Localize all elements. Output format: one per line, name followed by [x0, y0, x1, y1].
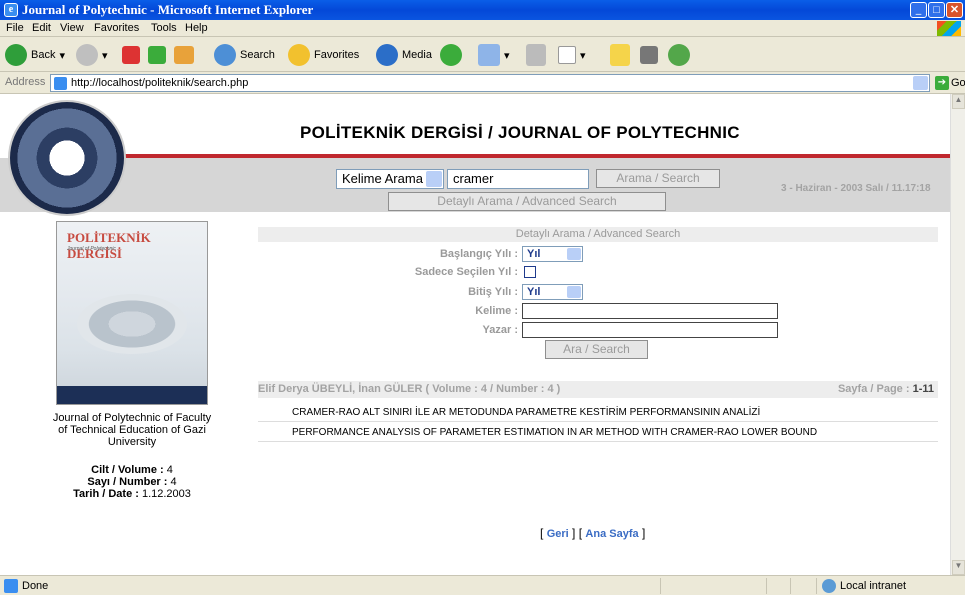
footer-links: [ Geri ] [ Ana Sayfa ]	[540, 526, 646, 540]
only-year-row: Sadece Seçilen Yıl :	[258, 264, 938, 280]
intranet-icon	[822, 579, 836, 593]
status-bar: Done Local intranet	[0, 575, 965, 595]
advanced-search-heading: Detaylı Arama / Advanced Search	[258, 227, 938, 242]
cover-footer	[57, 386, 207, 404]
search-type-select[interactable]: Kelime Arama	[336, 169, 444, 189]
journal-description: Journal of Polytechnic of Faculty of Tec…	[52, 412, 212, 448]
menu-view[interactable]: View	[60, 22, 84, 34]
forward-arrow-icon	[76, 44, 98, 66]
search-submit-button[interactable]: Arama / Search	[596, 169, 720, 188]
word-icon	[558, 46, 576, 64]
history-icon	[440, 44, 462, 66]
keyword-input[interactable]	[522, 303, 778, 319]
window-title: Journal of Polytechnic - Microsoft Inter…	[22, 2, 314, 17]
research-button[interactable]	[640, 43, 662, 67]
only-selected-year-checkbox[interactable]	[524, 266, 536, 278]
refresh-button[interactable]	[148, 43, 170, 67]
keyword-row: Kelime :	[258, 303, 938, 319]
security-zone: Local intranet	[840, 580, 907, 592]
ie-icon: e	[4, 3, 18, 17]
back-button[interactable]: Back ▾	[5, 43, 65, 67]
note-icon	[610, 44, 630, 66]
menu-favorites[interactable]: Favorites	[94, 22, 139, 34]
page-icon	[54, 77, 67, 90]
history-button[interactable]	[440, 43, 466, 67]
back-arrow-icon	[5, 44, 27, 66]
university-logo	[8, 100, 126, 216]
issue-info: Cilt / Volume : 4 Sayı / Number : 4 Tari…	[73, 464, 191, 500]
page-viewport: POLİTEKNİK DERGİSİ / JOURNAL OF POLYTECH…	[0, 94, 950, 575]
home-link[interactable]: Ana Sayfa	[585, 528, 638, 540]
messenger-icon	[668, 44, 690, 66]
windows-flag-icon	[937, 21, 961, 36]
address-label: Address	[5, 76, 46, 88]
advanced-search-button[interactable]: Detaylı Arama / Advanced Search	[388, 192, 666, 211]
title-bar: e Journal of Polytechnic - Microsoft Int…	[0, 0, 965, 20]
search-button[interactable]: Search	[214, 43, 275, 67]
discuss-button[interactable]	[610, 43, 634, 67]
scroll-down-icon[interactable]: ▼	[952, 560, 965, 575]
start-year-row: Başlangıç Yılı : Yıl	[258, 246, 938, 262]
media-button[interactable]: Media	[376, 43, 432, 67]
mail-button[interactable]: ▾	[478, 43, 510, 67]
vertical-scrollbar[interactable]: ▲ ▼	[950, 94, 965, 575]
go-button[interactable]: ➔ Go	[935, 75, 965, 91]
menu-file[interactable]: File	[6, 22, 24, 34]
address-bar: Address http://localhost/politeknik/sear…	[0, 72, 965, 94]
start-year-select[interactable]: Yıl	[522, 246, 583, 262]
scroll-up-icon[interactable]: ▲	[952, 94, 965, 109]
forward-button[interactable]: ▾	[76, 43, 108, 67]
menu-help[interactable]: Help	[185, 22, 208, 34]
address-input[interactable]: http://localhost/politeknik/search.php	[50, 74, 930, 92]
result-author-header: Elif Derya ÜBEYLİ, İnan GÜLER ( Volume :…	[258, 381, 938, 398]
author-input[interactable]	[522, 322, 778, 338]
search-input[interactable]: cramer	[447, 169, 589, 189]
star-icon	[288, 44, 310, 66]
journal-cover-image: POLİTEKNİK DERGİSİ Journal of Polytechni…	[56, 221, 208, 405]
page-title: POLİTEKNİK DERGİSİ / JOURNAL OF POLYTECH…	[300, 123, 740, 142]
end-year-select[interactable]: Yıl	[522, 284, 583, 300]
chevron-down-icon	[567, 248, 581, 260]
print-button[interactable]	[526, 43, 550, 67]
gear-illustration	[77, 294, 187, 354]
author-row: Yazar :	[258, 322, 938, 338]
address-dropdown-icon[interactable]	[913, 76, 928, 90]
menu-bar: File Edit View Favorites Tools Help	[0, 20, 965, 37]
stop-icon	[122, 46, 140, 64]
chevron-down-icon	[426, 171, 442, 187]
page-done-icon	[4, 579, 18, 593]
search-icon	[214, 44, 236, 66]
end-year-row: Bitiş Yılı : Yıl	[258, 284, 938, 300]
media-icon	[376, 44, 398, 66]
maximize-button[interactable]: □	[928, 2, 945, 18]
advanced-search-submit[interactable]: Ara / Search	[545, 340, 648, 359]
menu-edit[interactable]: Edit	[32, 22, 51, 34]
back-link[interactable]: Geri	[547, 528, 569, 540]
toolbar: Back ▾ ▾ Search Favorites Media ▾ ▾	[0, 37, 965, 72]
page-range: Sayfa / Page : 1-11	[837, 383, 934, 395]
header-divider	[122, 154, 950, 158]
mail-icon	[478, 44, 500, 66]
close-button[interactable]: ✕	[946, 2, 963, 18]
home-icon	[174, 46, 194, 64]
date-time: 3 - Haziran - 2003 Salı / 11.17:18	[781, 183, 931, 194]
refresh-icon	[148, 46, 166, 64]
minimize-button[interactable]: _	[910, 2, 927, 18]
menu-tools[interactable]: Tools	[151, 22, 177, 34]
go-arrow-icon: ➔	[935, 76, 949, 90]
result-title-en[interactable]: PERFORMANCE ANALYSIS OF PARAMETER ESTIMA…	[258, 424, 938, 442]
messenger-button[interactable]	[668, 43, 694, 67]
stop-button[interactable]	[122, 43, 144, 67]
print-icon	[526, 44, 546, 66]
research-icon	[640, 46, 658, 64]
edit-button[interactable]: ▾	[558, 43, 586, 67]
result-title-tr[interactable]: CRAMER-RAO ALT SINIRI İLE AR METODUNDA P…	[258, 404, 938, 422]
favorites-button[interactable]: Favorites	[288, 43, 359, 67]
status-text: Done	[22, 580, 49, 592]
chevron-down-icon	[567, 286, 581, 298]
home-button[interactable]	[174, 43, 198, 67]
